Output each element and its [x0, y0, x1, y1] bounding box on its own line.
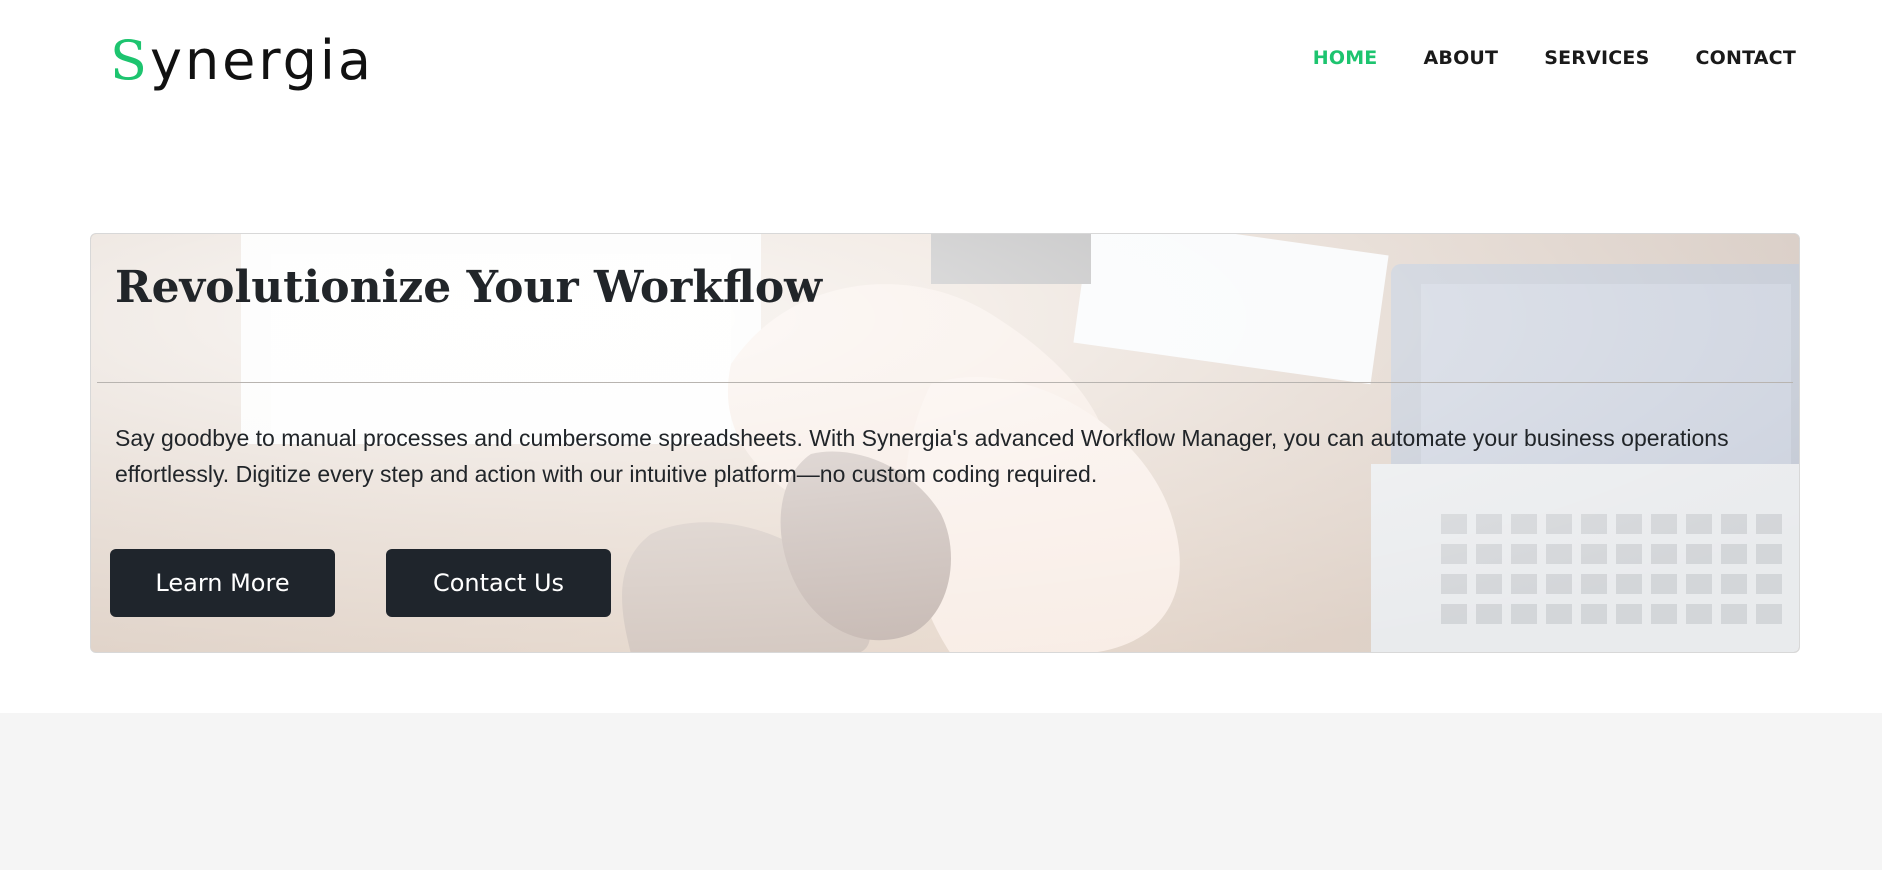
- hero-content: Revolutionize Your Workflow Say goodbye …: [91, 234, 1799, 652]
- logo-initial: S: [110, 29, 150, 92]
- learn-more-button[interactable]: Learn More: [110, 549, 335, 617]
- nav-item-about[interactable]: ABOUT: [1423, 44, 1498, 72]
- nav-item-services[interactable]: SERVICES: [1544, 44, 1649, 72]
- hero-divider: [97, 382, 1793, 383]
- logo[interactable]: Synergia: [110, 26, 374, 96]
- main-nav: HOME ABOUT SERVICES CONTACT: [1313, 44, 1796, 72]
- logo-text: ynergia: [150, 29, 375, 92]
- hero-description: Say goodbye to manual processes and cumb…: [115, 425, 1729, 487]
- nav-item-home[interactable]: HOME: [1313, 44, 1378, 72]
- nav-item-contact[interactable]: CONTACT: [1696, 44, 1797, 72]
- next-section-band: [0, 713, 1882, 870]
- site-header: Synergia HOME ABOUT SERVICES CONTACT: [0, 0, 1882, 120]
- hero-card: Revolutionize Your Workflow Say goodbye …: [90, 233, 1800, 653]
- hero-title: Revolutionize Your Workflow: [115, 262, 823, 313]
- contact-us-button[interactable]: Contact Us: [386, 549, 611, 617]
